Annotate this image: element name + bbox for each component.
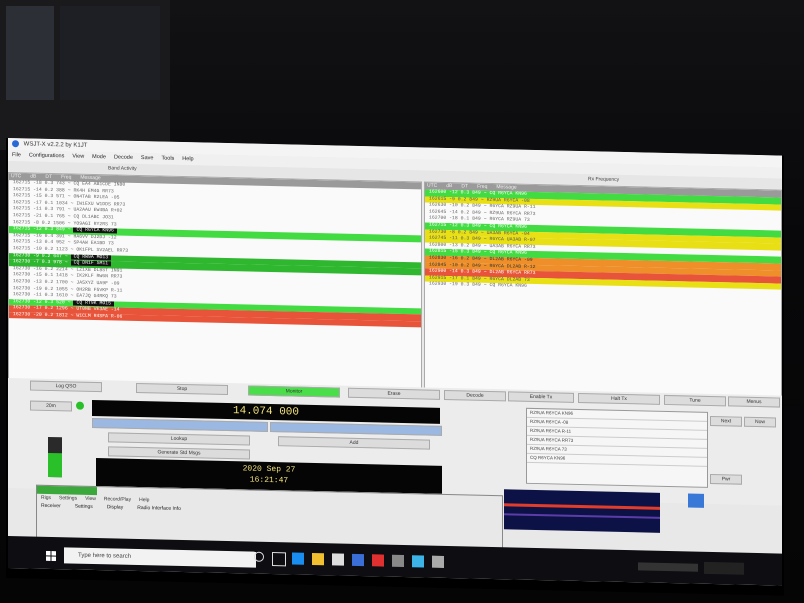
band-activity-list[interactable]: 162715 -18 0.3 743 ~ CQ EA4 AB1CDE IN80 1… [9, 180, 421, 328]
tune-button[interactable]: Tune [664, 394, 726, 407]
store-icon[interactable] [332, 553, 344, 566]
system-tray[interactable] [638, 562, 698, 572]
band-activity-panel[interactable]: UTC dB DT Freq Message 162715 -18 0.3 743 ~ … [8, 172, 422, 390]
band-select[interactable]: 20m [30, 400, 72, 412]
screen: WSJT-X v2.2.2 by K1JT File Configurations… [8, 138, 782, 586]
menus-button[interactable]: Menus [728, 396, 780, 408]
decode-button[interactable]: Decode [444, 389, 506, 402]
waterfall-display [504, 489, 660, 533]
edge-icon[interactable] [292, 552, 304, 565]
app-logo-icon [12, 140, 19, 148]
decode-text: 162730 -7 0.3 978 ~ [13, 259, 71, 266]
rx-frequency-label: Rx Frequency [588, 176, 620, 183]
column-header: DT [45, 173, 53, 181]
column-header: UTC [11, 173, 22, 180]
rx-frequency-panel[interactable]: UTC dB DT Freq Message 162600 -12 0.3 849 ~ … [424, 181, 782, 398]
status-indicator-icon [76, 401, 84, 410]
halt-tx-button[interactable]: Halt Tx [578, 392, 660, 405]
stop-button[interactable]: Stop [136, 382, 228, 396]
now-button[interactable]: Now [744, 416, 776, 428]
cabinet-door-right [60, 6, 160, 100]
decode-highlight: CQ RW9A MO13 [70, 253, 112, 260]
decode-text: 162715 -12 0.3 849 ~ [13, 226, 74, 233]
menu-item-file[interactable]: File [12, 152, 21, 158]
app-red-icon[interactable] [372, 554, 384, 567]
clock-tray[interactable] [704, 561, 744, 575]
menu-item-save[interactable]: Save [141, 155, 154, 161]
desktop-icon[interactable] [666, 493, 726, 516]
log-qso-button[interactable]: Log QSO [30, 380, 102, 393]
app-gear-icon[interactable] [432, 555, 444, 568]
column-header: Freq [61, 174, 72, 181]
monitor: WSJT-X v2.2.2 by K1JT File Configurations… [6, 138, 784, 596]
waterfall-signal-line [504, 503, 660, 510]
cabinet [0, 0, 170, 150]
decode-text: 162730 -12 0.3 520 ~ [13, 298, 74, 306]
sdr-menu-item[interactable]: Settings [59, 495, 77, 501]
decode-highlight: CQ R6YCA KN96 [73, 227, 117, 234]
pwr-label: Pwr [710, 473, 742, 485]
column-header: dB [30, 173, 37, 180]
enable-tx-button[interactable]: Enable Tx [508, 391, 574, 403]
windows-start-icon[interactable] [46, 550, 56, 562]
sdr-menu-item[interactable]: Help [139, 497, 149, 503]
monitor-button[interactable]: Monitor [248, 385, 340, 398]
column-header: DT [461, 183, 469, 190]
decode-text: 162730 -9 0.2 647 ~ [13, 252, 71, 259]
signal-meter [48, 436, 62, 478]
sdr-menu-item[interactable]: Rigs [41, 495, 51, 501]
erase-button[interactable]: Erase [348, 387, 440, 400]
file-explorer-icon[interactable] [312, 552, 324, 566]
menu-item-help[interactable]: Help [182, 156, 193, 162]
signal-meter-fill [48, 452, 62, 478]
menu-item-decode[interactable]: Decode [114, 154, 133, 160]
sdr-tab[interactable]: Receiver [37, 503, 61, 509]
next-button[interactable]: Next [710, 415, 742, 427]
column-header: UTC [427, 182, 438, 189]
sdr-tab[interactable]: Display [103, 504, 123, 510]
wsjtx-taskbar-icon[interactable] [352, 553, 364, 567]
column-header: dB [446, 182, 453, 190]
cabinet-door-left [6, 6, 54, 100]
tx-messages-list[interactable]: RZ9UA R6YCA KN96 RZ9UA R6YCA -08 RZ9UA R6Y… [526, 407, 708, 488]
menu-item-tools[interactable]: Tools [161, 156, 174, 162]
app-gray-icon[interactable] [392, 554, 404, 568]
decode-highlight: CQ DN1F SM11 [70, 260, 112, 267]
waterfall-band-line [504, 513, 660, 519]
app-blue-icon[interactable] [412, 555, 424, 568]
menu-item-view[interactable]: View [72, 154, 84, 160]
column-header: Message [80, 174, 101, 182]
sdr-menu-item[interactable]: View [85, 496, 96, 502]
window-title: WSJT-X v2.2.2 by K1JT [23, 141, 88, 149]
task-view-icon[interactable] [272, 552, 286, 567]
decode-highlight: CQ RT9K MO15 [73, 300, 114, 307]
sdr-tab[interactable]: Settings [71, 503, 93, 510]
menu-item-mode[interactable]: Mode [92, 154, 106, 160]
band-activity-label: Band Activity [108, 165, 137, 172]
sdr-menu-item[interactable]: Record/Play [104, 496, 131, 503]
rx-frequency-list[interactable]: 162600 -12 0.3 849 ~ CQ R6YCA KN96 162615… [425, 189, 781, 297]
taskbar-search-input[interactable]: Type here to search [64, 547, 256, 568]
column-header: Freq [477, 183, 488, 190]
cortana-icon[interactable] [254, 551, 264, 562]
sdr-tab[interactable]: Radio Interface Info [133, 505, 181, 512]
desktop-folder-icon [688, 493, 704, 508]
decode-text: 162930 -19 0.3 849 ~ CQ R6YCA KN96 [429, 281, 527, 290]
column-header: Message [496, 184, 517, 191]
menu-item-configurations[interactable]: Configurations [29, 153, 64, 160]
